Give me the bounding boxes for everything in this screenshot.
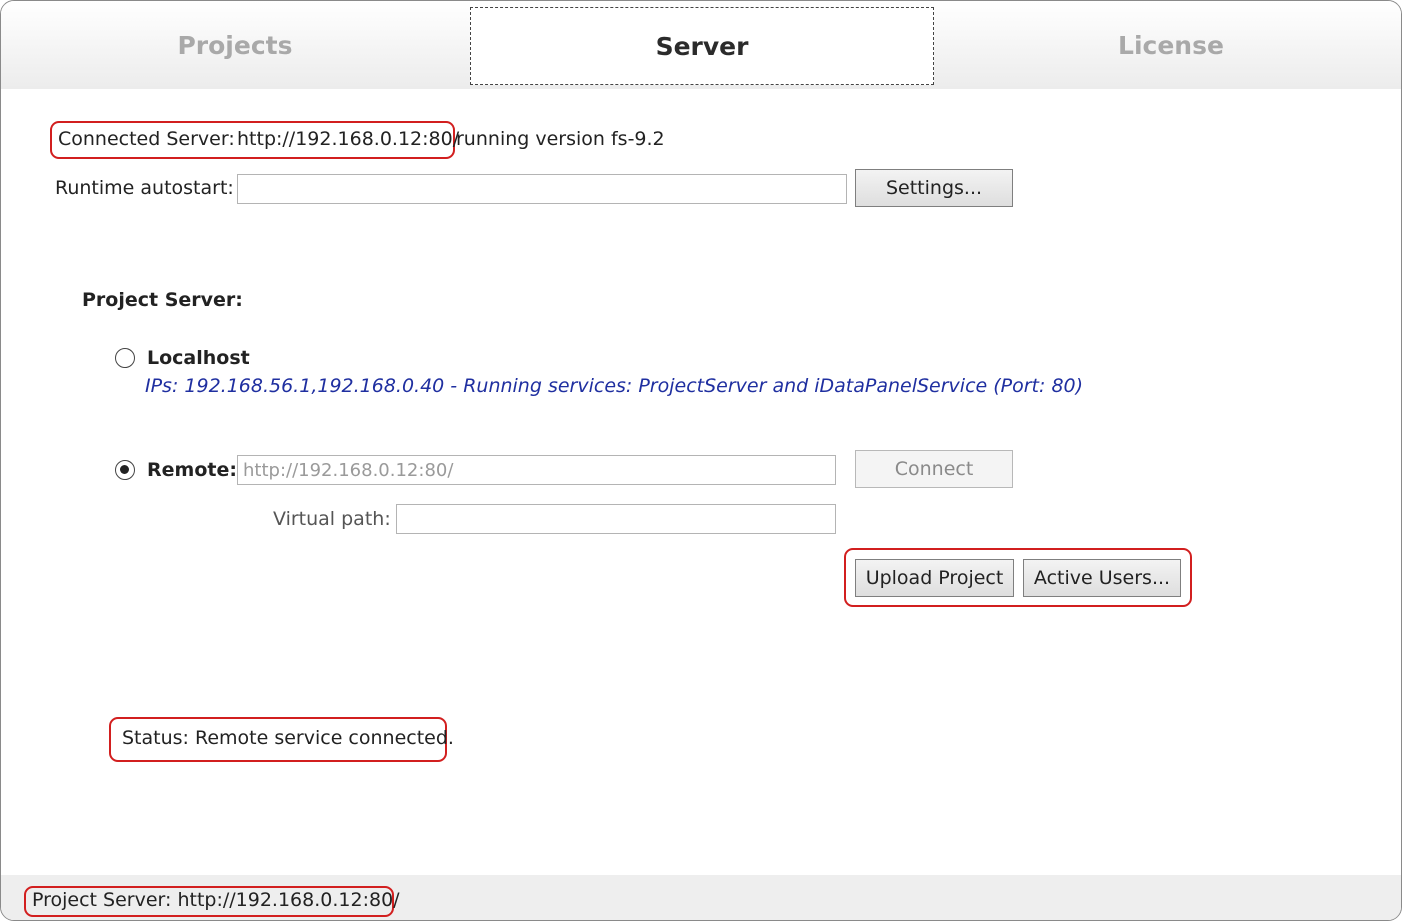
tab-bar: Projects Server License <box>1 1 1401 89</box>
remote-label[interactable]: Remote: <box>147 459 237 481</box>
upload-project-button[interactable]: Upload Project <box>855 559 1014 597</box>
active-users-button[interactable]: Active Users... <box>1023 559 1181 597</box>
project-server-heading: Project Server: <box>82 289 243 311</box>
tab-license[interactable]: License <box>941 1 1401 89</box>
remote-radio[interactable] <box>115 460 135 480</box>
localhost-label[interactable]: Localhost <box>147 347 250 369</box>
tab-projects[interactable]: Projects <box>1 1 469 89</box>
statusbar-project-server-text: Project Server: http://192.168.0.12:80/ <box>32 889 400 911</box>
remote-url-input[interactable] <box>237 455 836 485</box>
settings-button[interactable]: Settings... <box>855 169 1013 207</box>
status-text: Status: Remote service connected. <box>122 727 454 749</box>
connected-server-label: Connected Server: <box>58 128 235 150</box>
localhost-info-text: IPs: 192.168.56.1,192.168.0.40 - Running… <box>145 375 1084 397</box>
localhost-radio[interactable] <box>115 348 135 368</box>
runtime-autostart-input[interactable] <box>237 174 847 204</box>
server-window: Projects Server License Connected Server… <box>0 0 1402 921</box>
virtual-path-label: Virtual path: <box>273 508 391 530</box>
connect-button[interactable]: Connect <box>855 450 1013 488</box>
virtual-path-input[interactable] <box>396 504 836 534</box>
server-version-text: running version fs-9.2 <box>456 128 665 150</box>
runtime-autostart-label: Runtime autostart: <box>55 177 234 199</box>
tab-server[interactable]: Server <box>470 7 934 85</box>
connected-server-url: http://192.168.0.12:80/ <box>237 128 460 150</box>
